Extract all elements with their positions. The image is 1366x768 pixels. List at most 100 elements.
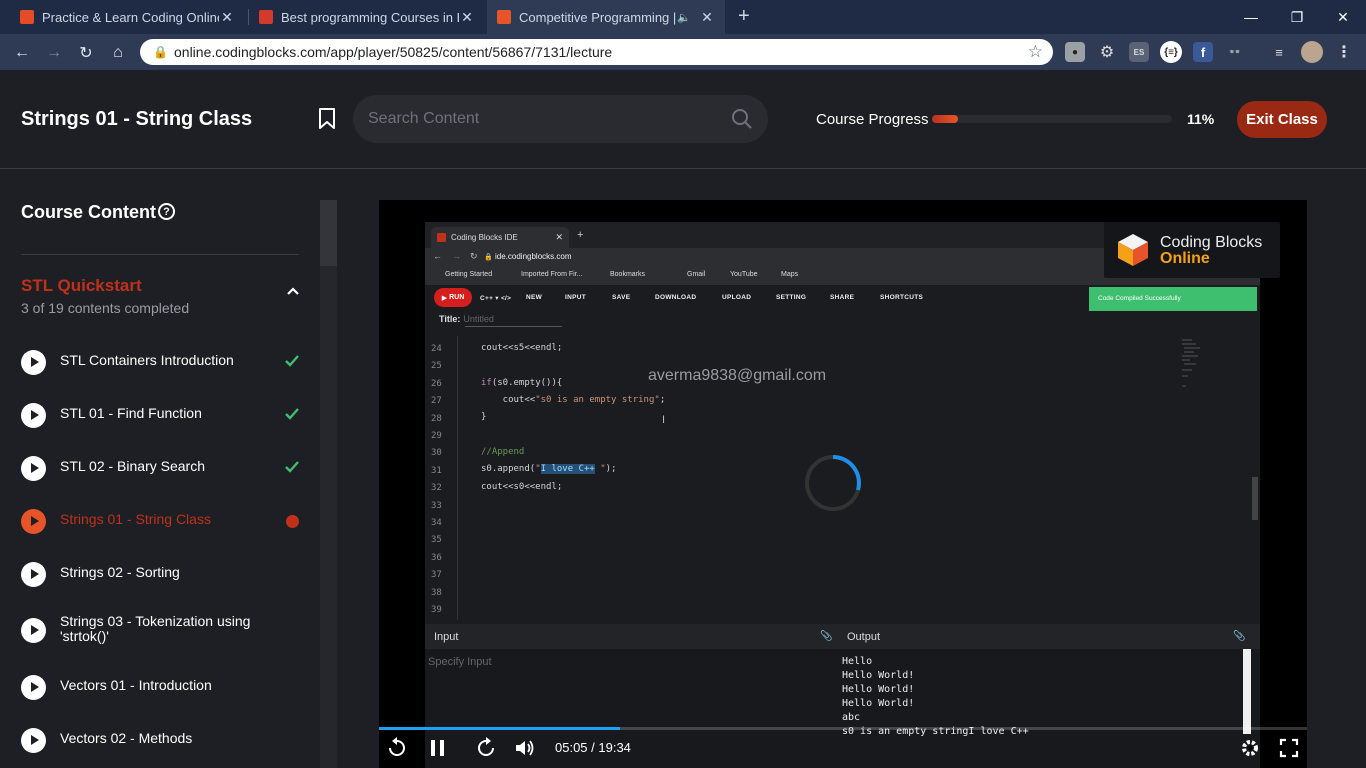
bookmark-icon[interactable] bbox=[318, 108, 336, 130]
line-number: 30 bbox=[431, 448, 442, 459]
io-panel-header: Input 📎 Output 📎 bbox=[425, 624, 1260, 649]
ide-browser-tab: Coding Blocks IDE ✕ bbox=[431, 227, 569, 248]
profile-avatar[interactable] bbox=[1301, 41, 1323, 63]
code-minimap bbox=[1182, 339, 1200, 387]
content-list-item[interactable]: STL 02 - Binary Search bbox=[21, 448, 301, 488]
settings-gear-icon[interactable] bbox=[1239, 737, 1261, 759]
close-tab-icon[interactable]: ✕ bbox=[459, 9, 475, 26]
line-number: 26 bbox=[431, 378, 442, 389]
upload-button: UPLOAD bbox=[722, 294, 752, 301]
content-item-label: Vectors 01 - Introduction bbox=[60, 677, 212, 693]
editor-scrollbar bbox=[1252, 477, 1258, 520]
paperclip-icon: 📎 bbox=[1233, 631, 1246, 642]
loading-spinner-icon bbox=[805, 455, 861, 511]
line-number: 28 bbox=[431, 413, 442, 424]
play-circle-icon[interactable] bbox=[21, 675, 46, 700]
search-placeholder: Search Content bbox=[368, 110, 480, 127]
browser-tab-3-active[interactable]: Competitive Programming | 🔈 ✕ bbox=[487, 0, 725, 34]
play-circle-icon[interactable] bbox=[21, 562, 46, 587]
line-number: 31 bbox=[431, 465, 442, 476]
forward-arrow-icon[interactable]: → bbox=[43, 42, 65, 64]
audio-playing-icon[interactable]: 🔈 bbox=[677, 11, 691, 24]
extension-gear-icon[interactable]: ⚙ bbox=[1097, 42, 1117, 62]
close-window-button[interactable]: ✕ bbox=[1320, 0, 1366, 34]
codingblocks-cube-favicon-icon bbox=[497, 10, 511, 24]
extension-facebook-icon[interactable]: f bbox=[1193, 42, 1213, 62]
cube-logo-icon bbox=[1118, 234, 1148, 266]
content-item-label: STL 02 - Binary Search bbox=[60, 458, 205, 474]
content-list-item[interactable]: Vectors 02 - Methods bbox=[21, 720, 301, 760]
coding-blocks-favicon-icon bbox=[20, 10, 34, 24]
bookmark-item: Imported From Fir... bbox=[521, 271, 583, 278]
chevron-up-icon[interactable] bbox=[286, 286, 300, 296]
sidebar-scrollbar[interactable] bbox=[320, 200, 337, 768]
section-title[interactable]: STL Quickstart bbox=[21, 276, 142, 296]
line-number: 38 bbox=[431, 587, 442, 598]
rewind-icon[interactable] bbox=[386, 737, 408, 759]
checkmark-icon bbox=[285, 408, 299, 420]
close-tab-icon[interactable]: ✕ bbox=[699, 9, 715, 26]
reload-icon[interactable]: ↻ bbox=[75, 42, 97, 64]
browser-tab-title: Practice & Learn Coding Online a bbox=[42, 9, 219, 25]
input-button: INPUT bbox=[565, 294, 586, 301]
home-icon[interactable]: ⌂ bbox=[107, 42, 129, 64]
play-circle-icon[interactable] bbox=[21, 618, 46, 643]
minimize-window-button[interactable]: ― bbox=[1228, 0, 1274, 34]
search-content-input[interactable]: Search Content bbox=[353, 95, 768, 143]
browser-tab-title: Competitive Programming | bbox=[519, 9, 677, 25]
io-panel-body: Specify Input Hello Hello World! Hello W… bbox=[425, 649, 1260, 768]
play-circle-icon[interactable] bbox=[21, 456, 46, 481]
video-seek-played bbox=[379, 727, 621, 730]
line-number: 33 bbox=[431, 500, 442, 511]
video-seek-bar[interactable] bbox=[379, 727, 1307, 730]
browser-tab-2[interactable]: Best programming Courses in De ✕ bbox=[249, 0, 485, 34]
ide-favicon-icon bbox=[437, 233, 446, 242]
content-list-item[interactable]: Strings 02 - Sorting bbox=[21, 554, 301, 594]
brand-line-2: Online bbox=[1160, 250, 1210, 267]
content-list-item[interactable]: Strings 03 - Tokenization using 'strtok(… bbox=[21, 610, 301, 650]
new-tab-button[interactable]: + bbox=[738, 6, 750, 26]
extension-glasses-icon[interactable]: 👓 bbox=[1225, 42, 1245, 62]
content-item-label: Strings 02 - Sorting bbox=[60, 564, 180, 580]
content-item-label: Strings 03 - Tokenization using 'strtok(… bbox=[60, 613, 251, 644]
browser-tab-1[interactable]: Practice & Learn Coding Online a ✕ bbox=[10, 0, 245, 34]
content-list-item[interactable]: STL 01 - Find Function bbox=[21, 395, 301, 435]
line-number: 35 bbox=[431, 535, 442, 546]
content-list-item[interactable]: Strings 01 - String Class bbox=[21, 501, 301, 541]
volume-icon[interactable] bbox=[513, 737, 535, 759]
search-icon[interactable] bbox=[731, 108, 753, 130]
extension-ninja-icon[interactable]: ● bbox=[1065, 42, 1085, 62]
content-list-item[interactable]: STL Containers Introduction bbox=[21, 342, 301, 382]
play-circle-icon[interactable] bbox=[21, 728, 46, 753]
ide-tab-title: Coding Blocks IDE bbox=[451, 233, 518, 242]
restore-window-button[interactable]: ❐ bbox=[1274, 0, 1320, 34]
play-circle-icon[interactable] bbox=[21, 403, 46, 428]
exit-class-button[interactable]: Exit Class bbox=[1237, 101, 1327, 138]
scrollbar-thumb[interactable] bbox=[320, 200, 337, 266]
line-number: 25 bbox=[431, 361, 442, 372]
bookmark-star-icon[interactable]: ☆ bbox=[1028, 42, 1043, 62]
extension-es-icon[interactable]: ES bbox=[1129, 42, 1149, 62]
setting-button: SETTING bbox=[776, 294, 807, 301]
bookmark-item: YouTube bbox=[730, 271, 758, 278]
compile-success-toast: Code Compiled Successfully bbox=[1089, 287, 1257, 311]
shortcuts-button: SHORTCUTS bbox=[880, 294, 924, 301]
address-bar[interactable]: 🔒 online.codingblocks.com/app/player/508… bbox=[140, 39, 1053, 65]
reading-list-icon[interactable]: ≡ bbox=[1269, 42, 1289, 62]
bookmark-item: Gmail bbox=[687, 271, 706, 278]
forward-icon[interactable] bbox=[475, 737, 497, 759]
play-circle-icon[interactable] bbox=[21, 350, 46, 375]
pause-icon[interactable] bbox=[427, 737, 449, 759]
help-icon[interactable]: ? bbox=[158, 203, 175, 220]
close-tab-icon[interactable]: ✕ bbox=[219, 9, 235, 26]
chrome-menu-icon[interactable]: ⋮ bbox=[1334, 42, 1354, 62]
title-label: Title: bbox=[439, 314, 461, 324]
back-arrow-icon[interactable]: ← bbox=[11, 42, 33, 64]
play-circle-icon[interactable] bbox=[21, 509, 46, 534]
content-list-item[interactable]: Vectors 01 - Introduction bbox=[21, 667, 301, 707]
checkmark-icon bbox=[285, 461, 299, 473]
code-line-31: s0.append("I love C++ "); bbox=[481, 464, 617, 474]
fullscreen-icon[interactable] bbox=[1278, 737, 1300, 759]
extension-braces-icon[interactable]: {≡} bbox=[1160, 41, 1182, 63]
code-line-27: cout<<"s0 is an empty string"; bbox=[481, 395, 666, 405]
